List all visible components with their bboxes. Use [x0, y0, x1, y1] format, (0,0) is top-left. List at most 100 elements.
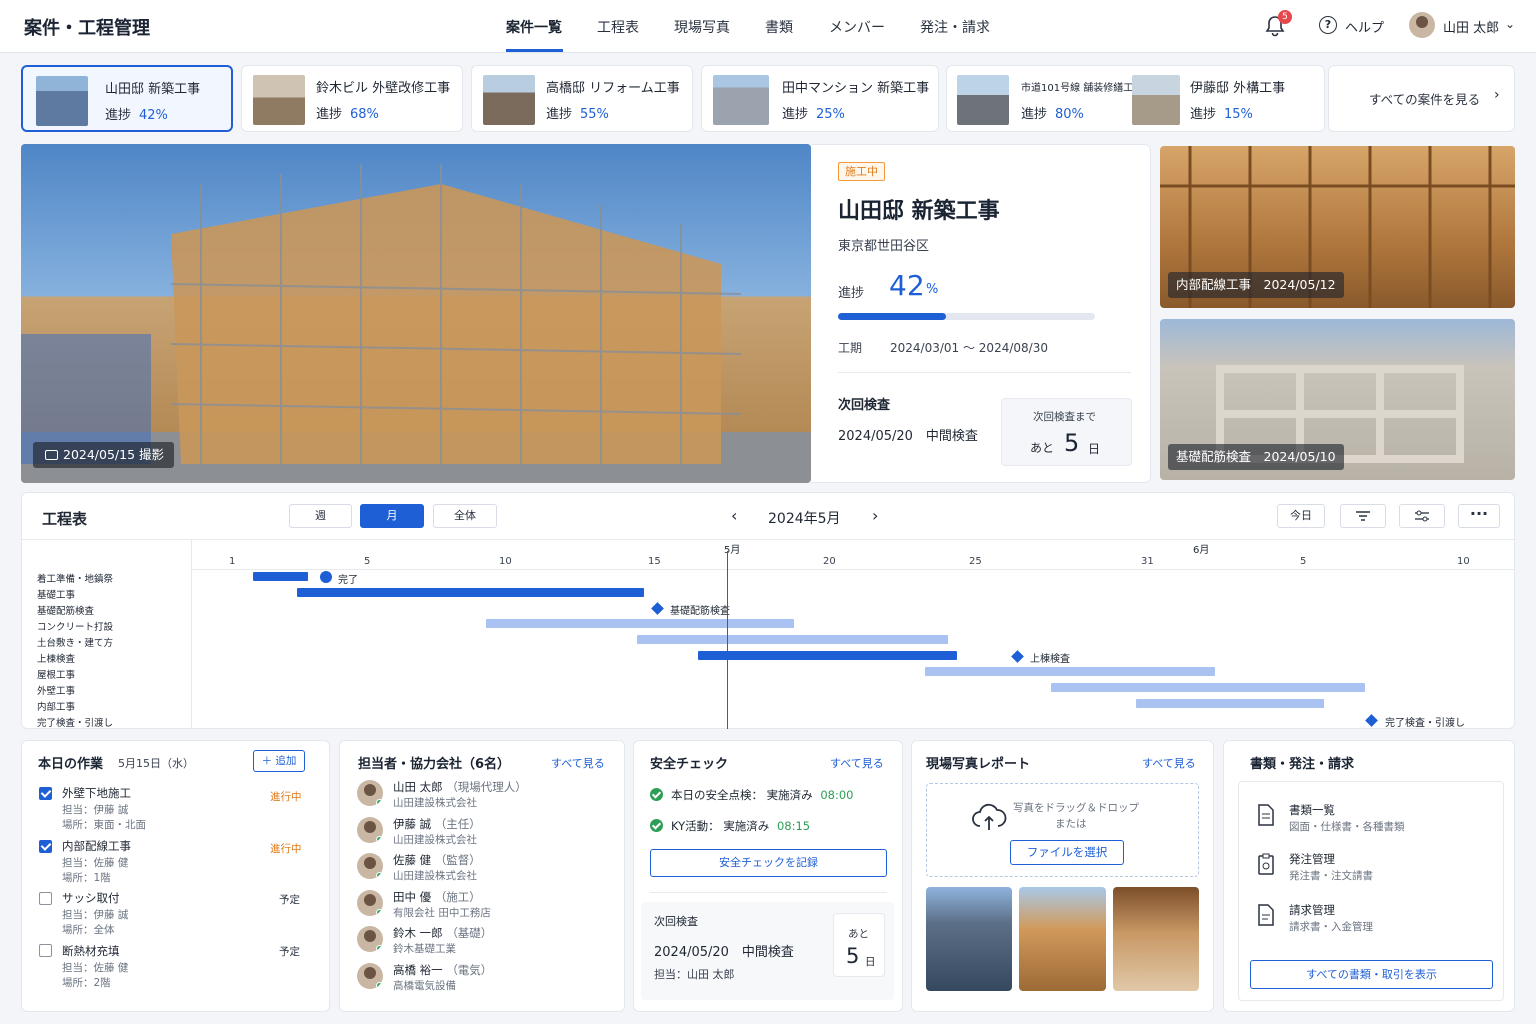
task-place: 場所：1階	[62, 872, 111, 884]
photo-caption-badge: 内部配線工事 2024/05/12	[1168, 272, 1344, 298]
task-label: 内部工事	[37, 702, 76, 713]
project-thumbnail	[713, 75, 769, 125]
member-avatar	[357, 817, 383, 843]
member-name: 高橋 裕一 （電気）	[393, 963, 493, 977]
clipboard-icon	[1257, 853, 1275, 878]
date-tick: 5	[364, 556, 371, 567]
task-bar[interactable]	[1051, 683, 1365, 692]
today-button[interactable]: 今日	[1277, 504, 1325, 528]
select-file-button[interactable]: ファイルを選択	[1010, 840, 1124, 865]
task-checkbox[interactable]	[39, 892, 52, 905]
filter-icon[interactable]	[1340, 504, 1386, 528]
settings-sliders-icon[interactable]	[1399, 504, 1445, 528]
bell-icon[interactable]: 5	[1265, 10, 1292, 37]
project-title: 山田邸 新築工事	[838, 199, 1000, 224]
docs-item-desc: 図面・仕様書・各種書類	[1289, 821, 1405, 833]
remaining-days-box: あと 5 日	[833, 913, 885, 977]
project-card[interactable]: 田中マンション 新築工事 進捗 25%	[701, 65, 939, 132]
upload-cloud-icon	[972, 803, 1007, 830]
safety-see-all-link[interactable]: すべて見る	[830, 755, 884, 771]
task-bar[interactable]	[486, 619, 794, 628]
task-bar[interactable]	[698, 651, 957, 660]
period-value: 2024/03/01 〜 2024/08/30	[890, 341, 1048, 355]
nav-tab-orders[interactable]: 発注・請求	[920, 17, 990, 37]
project-card-group[interactable]: 市道101号線 舗装修繕工事 進捗 80% 伊藤邸 外構工事 進捗 15%	[946, 65, 1325, 132]
project-card[interactable]: 山田邸 新築工事 進捗 42%	[21, 65, 233, 132]
member-company: 山田建設株式会社	[393, 797, 477, 809]
help-link[interactable]: ヘルプ	[1345, 17, 1384, 36]
docs-item-name[interactable]: 書類一覧	[1289, 802, 1335, 818]
next-inspection-value: 2024/05/20 中間検査	[838, 429, 978, 444]
view-all-button[interactable]: 全体	[433, 504, 497, 528]
photo-dropzone[interactable]: 写真をドラッグ＆ドロップ または ファイルを選択	[926, 783, 1199, 877]
task-bar[interactable]	[297, 588, 644, 597]
safety-item: KY活動： 実施済み 08:15	[671, 819, 811, 833]
task-name: 内部配線工事	[62, 839, 131, 853]
task-label: 上棟検査	[37, 654, 76, 665]
divider	[650, 892, 887, 893]
task-label: 着工準備・地鎮祭	[37, 574, 114, 585]
task-status: 予定	[279, 894, 300, 906]
task-label: 基礎工事	[37, 590, 76, 601]
report-photo-thumbnail[interactable]	[1113, 887, 1199, 991]
user-name[interactable]: 山田 太郎	[1443, 17, 1499, 36]
task-checkbox[interactable]	[39, 840, 52, 853]
check-circle-icon	[320, 571, 332, 583]
prev-month-icon[interactable]: ‹	[731, 506, 737, 525]
task-checkbox[interactable]	[39, 787, 52, 800]
view-month-button[interactable]: 月	[360, 504, 424, 528]
help-icon[interactable]: ?	[1319, 16, 1337, 34]
project-progress: 進捗 80%	[1021, 107, 1084, 122]
add-task-button[interactable]: ＋ 追加	[253, 750, 305, 772]
hero-site-photo[interactable]: 2024/05/15 撮影	[21, 144, 811, 483]
task-bar[interactable]	[1136, 699, 1324, 708]
safety-title: 安全チェック	[650, 757, 729, 772]
photo-report-see-all-link[interactable]: すべて見る	[1142, 755, 1196, 771]
today-work-date: 5月15日（水）	[118, 757, 194, 770]
task-label: 外壁工事	[37, 686, 76, 697]
project-thumbnail	[1132, 75, 1180, 125]
project-thumbnail	[36, 76, 88, 126]
task-checkbox[interactable]	[39, 944, 52, 957]
progress-bar	[838, 313, 1095, 320]
chevron-right-icon: ›	[1494, 87, 1500, 103]
project-name: 高橋邸 リフォーム工事	[546, 81, 680, 96]
member-avatar	[357, 890, 383, 916]
show-all-documents-button[interactable]: すべての書類・取引を表示	[1250, 960, 1493, 989]
report-photo-thumbnail[interactable]	[926, 887, 1012, 991]
more-icon[interactable]: ···	[1458, 504, 1500, 528]
nav-tab-members[interactable]: メンバー	[829, 17, 885, 37]
project-progress: 進捗 15%	[1190, 107, 1253, 122]
date-tick: 10	[1457, 556, 1470, 567]
view-week-button[interactable]: 週	[289, 504, 352, 528]
report-photo-thumbnail[interactable]	[1019, 887, 1106, 991]
members-see-all-link[interactable]: すべて見る	[551, 755, 605, 771]
nav-tab-photos[interactable]: 現場写真	[674, 17, 730, 37]
nav-tab-projects[interactable]: 案件一覧	[506, 17, 562, 37]
task-bar[interactable]	[253, 572, 308, 581]
side-photo-wiring[interactable]: 内部配線工事 2024/05/12	[1160, 146, 1515, 308]
docs-item-name[interactable]: 請求管理	[1289, 902, 1335, 918]
nav-tab-schedule[interactable]: 工程表	[597, 17, 639, 37]
record-safety-check-button[interactable]: 安全チェックを記録	[650, 849, 887, 877]
gantt-label-divider	[191, 539, 192, 729]
user-avatar[interactable]	[1409, 12, 1435, 38]
project-card[interactable]: 高橋邸 リフォーム工事 進捗 55%	[471, 65, 693, 132]
task-label: 土台敷き・建て方	[37, 638, 114, 649]
project-name: 山田邸 新築工事	[105, 82, 201, 97]
docs-item-desc: 請求書・入金管理	[1289, 921, 1373, 933]
side-photo-foundation[interactable]: 基礎配筋検査 2024/05/10	[1160, 319, 1515, 480]
next-month-icon[interactable]: ›	[872, 506, 878, 525]
docs-item-name[interactable]: 発注管理	[1289, 851, 1335, 867]
members-title: 担当者・協力会社（6名）	[358, 757, 511, 772]
task-bar[interactable]	[925, 667, 1215, 676]
task-label: コンクリート打設	[37, 622, 114, 633]
task-bar[interactable]	[637, 635, 948, 644]
safety-item: 本日の安全点検： 実施済み 08:00	[671, 788, 854, 802]
project-name: 伊藤邸 外構工事	[1190, 81, 1286, 96]
chevron-down-icon[interactable]: ⌄	[1505, 17, 1515, 31]
see-all-projects-button[interactable]: すべての案件を見る ›	[1328, 65, 1515, 132]
project-card[interactable]: 鈴木ビル 外壁改修工事 進捗 68%	[241, 65, 463, 132]
nav-tab-documents[interactable]: 書類	[765, 17, 793, 37]
date-tick: 15	[648, 556, 661, 567]
